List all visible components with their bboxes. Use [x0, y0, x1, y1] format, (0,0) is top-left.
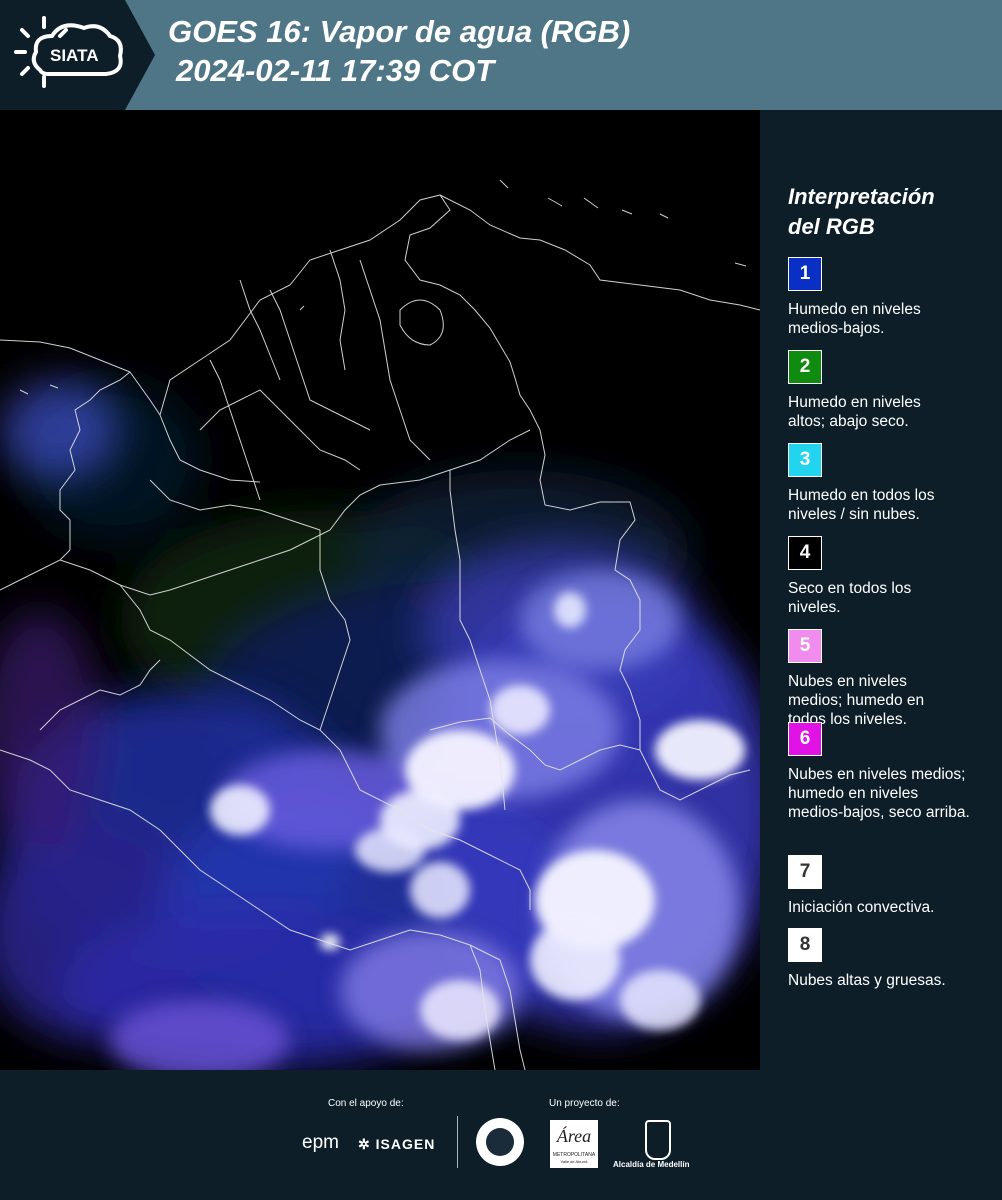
legend-item-3: 3 Humedo en todos los niveles / sin nubes.	[788, 443, 993, 524]
medellin-shield-icon	[645, 1120, 671, 1160]
legend-line: niveles / sin nubes.	[788, 506, 920, 523]
support-label: Con el apoyo de:	[328, 1098, 404, 1109]
legend-line: Iniciación convectiva.	[788, 899, 935, 916]
legend-title-line2: del RGB	[788, 214, 875, 239]
legend-line: medios-bajos.	[788, 320, 885, 337]
alcaldia-medellin-label[interactable]: Alcaldía de Medellín	[613, 1160, 689, 1169]
header-bar: SIATA GOES 16: Vapor de agua (RGB) 2024-…	[0, 0, 1002, 110]
page-timestamp: 2024-02-11 17:39 COT	[176, 53, 495, 88]
isagen-logo[interactable]: ✲ ISAGEN	[358, 1136, 435, 1153]
legend-description: Humedo en niveles medios-bajos.	[788, 300, 993, 338]
area-metropolitana-logo[interactable]: Área METROPOLITANA Valle de Aburrá	[550, 1120, 598, 1168]
area-label: METROPOLITANA	[552, 1152, 596, 1158]
legend-swatch: 8	[788, 928, 822, 962]
legend-line: medios; humedo en	[788, 692, 925, 709]
legend-line: Humedo en niveles	[788, 301, 921, 318]
siata-logo[interactable]: SIATA	[0, 0, 155, 110]
legend-line: Humedo en todos los	[788, 487, 935, 504]
legend-swatch: 2	[788, 350, 822, 384]
legend-item-1: 1 Humedo en niveles medios-bajos.	[788, 257, 993, 338]
isagen-label: ISAGEN	[375, 1136, 436, 1152]
legend-line: medios-bajos, seco arriba.	[788, 804, 970, 821]
antioquia-seal-icon[interactable]	[476, 1118, 524, 1166]
legend-description: Seco en todos los niveles.	[788, 579, 993, 617]
legend-item-2: 2 Humedo en niveles altos; abajo seco.	[788, 350, 993, 431]
legend-swatch: 3	[788, 443, 822, 477]
legend-swatch: 1	[788, 257, 822, 291]
legend-swatch: 6	[788, 722, 822, 756]
project-label: Un proyecto de:	[549, 1098, 620, 1109]
legend-swatch: 7	[788, 855, 822, 889]
legend-item-7: 7 Iniciación convectiva.	[788, 855, 993, 917]
map-image	[0, 110, 760, 1070]
satellite-map[interactable]	[0, 110, 760, 1070]
footer-divider	[457, 1116, 458, 1168]
legend-description: Nubes altas y gruesas.	[788, 971, 993, 990]
legend-swatch: 5	[788, 629, 822, 663]
svg-text:SIATA: SIATA	[50, 46, 98, 65]
legend-line: altos; abajo seco.	[788, 413, 909, 430]
legend-line: Seco en todos los	[788, 580, 912, 597]
legend-title: Interpretación del RGB	[788, 182, 988, 242]
legend-line: Nubes en niveles medios;	[788, 766, 966, 783]
legend-description: Iniciación convectiva.	[788, 898, 993, 917]
footer-bar: Con el apoyo de: Un proyecto de: epm ✲ I…	[0, 1070, 1002, 1200]
area-sublabel: Valle de Aburrá	[560, 1159, 588, 1164]
legend-line: Humedo en niveles	[788, 394, 921, 411]
legend-line: humedo en niveles	[788, 785, 919, 802]
legend-description: Nubes en niveles medios; humedo en nivele…	[788, 765, 993, 822]
epm-logo[interactable]: epm	[302, 1132, 339, 1154]
legend-swatch: 4	[788, 536, 822, 570]
page-title: GOES 16: Vapor de agua (RGB)	[168, 14, 631, 49]
legend-item-5: 5 Nubes en niveles medios; humedo en todos …	[788, 629, 993, 729]
legend-description: Nubes en niveles medios; humedo en todos l…	[788, 672, 993, 729]
legend-item-6: 6 Nubes en niveles medios; humedo en nivel…	[788, 722, 993, 822]
legend-description: Humedo en niveles altos; abajo seco.	[788, 393, 993, 431]
legend-item-4: 4 Seco en todos los niveles.	[788, 536, 993, 617]
legend-description: Humedo en todos los niveles / sin nubes.	[788, 486, 993, 524]
legend-line: niveles.	[788, 599, 841, 616]
legend-panel: Interpretación del RGB 1 Humedo en nivele…	[760, 110, 1002, 1070]
legend-title-line1: Interpretación	[788, 184, 935, 209]
isagen-icon: ✲	[358, 1136, 371, 1152]
legend-item-8: 8 Nubes altas y gruesas.	[788, 928, 993, 990]
legend-line: Nubes en niveles	[788, 673, 907, 690]
legend-line: Nubes altas y gruesas.	[788, 972, 946, 989]
area-script: Área	[556, 1126, 592, 1146]
